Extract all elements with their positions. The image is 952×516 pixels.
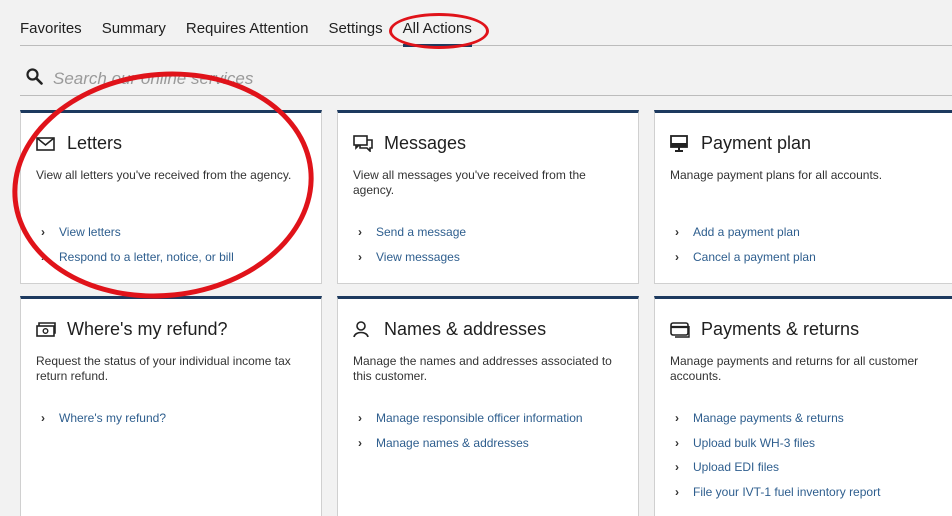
chevron-right-icon: ›: [675, 460, 679, 475]
chevron-right-icon: ›: [41, 411, 45, 426]
chevron-right-icon: ›: [675, 249, 679, 264]
link-manage-payments-returns[interactable]: › Manage payments & returns: [675, 406, 880, 431]
card-refund: Where's my refund? Request the status of…: [20, 296, 322, 516]
chevron-right-icon: ›: [358, 435, 362, 450]
tab-requires-attention[interactable]: Requires Attention: [186, 16, 309, 44]
link-file-ivt1[interactable]: › File your IVT-1 fuel inventory report: [675, 480, 880, 505]
card-title: Payments & returns: [701, 319, 860, 339]
cash-icon: [36, 320, 58, 340]
card-description: Manage payment plans for all accounts.: [670, 168, 883, 182]
chat-icon: [353, 134, 375, 154]
chevron-right-icon: ›: [358, 411, 362, 426]
card-title: Letters: [67, 133, 123, 153]
card-title: Messages: [384, 133, 467, 153]
card-description: Manage payments and returns for all cust…: [670, 354, 919, 383]
link-upload-edi[interactable]: › Upload EDI files: [675, 455, 880, 480]
chevron-right-icon: ›: [41, 225, 45, 240]
chevron-right-icon: ›: [675, 484, 679, 499]
card-title: Names & addresses: [384, 319, 547, 339]
card-title: Where's my refund?: [67, 319, 228, 339]
search-input[interactable]: [53, 68, 653, 89]
search-bar: [20, 62, 952, 96]
chevron-right-icon: ›: [675, 225, 679, 240]
monitor-icon: [670, 134, 692, 154]
card-description: View all messages you've received from t…: [353, 168, 586, 197]
tab-settings[interactable]: Settings: [328, 16, 382, 44]
tab-favorites[interactable]: Favorites: [20, 16, 82, 44]
link-respond-letter[interactable]: › Respond to a letter, notice, or bill: [41, 245, 234, 270]
person-icon: [353, 320, 375, 340]
link-manage-officer-info[interactable]: › Manage responsible officer information: [358, 406, 583, 431]
link-add-payment-plan[interactable]: › Add a payment plan: [675, 220, 816, 245]
card-description: View all letters you've received from th…: [36, 168, 292, 182]
card-title: Payment plan: [701, 133, 812, 153]
chevron-right-icon: ›: [358, 225, 362, 240]
card-description: Manage the names and addresses associate…: [353, 354, 612, 383]
link-view-messages[interactable]: › View messages: [358, 245, 466, 270]
card-description: Request the status of your individual in…: [36, 354, 291, 383]
link-manage-names-addresses[interactable]: › Manage names & addresses: [358, 431, 583, 456]
envelope-icon: [36, 134, 58, 154]
link-upload-wh3[interactable]: › Upload bulk WH-3 files: [675, 431, 880, 456]
tab-bar: Favorites Summary Requires Attention Set…: [20, 16, 952, 47]
chevron-right-icon: ›: [41, 249, 45, 264]
tab-all-actions[interactable]: All Actions: [402, 16, 472, 47]
chevron-right-icon: ›: [675, 411, 679, 426]
card-payments-returns: Payments & returns Manage payments and r…: [654, 296, 952, 516]
link-wheres-my-refund[interactable]: › Where's my refund?: [41, 406, 166, 431]
card-names-addresses: Names & addresses Manage the names and a…: [337, 296, 639, 516]
card-letters: Letters View all letters you've received…: [20, 110, 322, 284]
chevron-right-icon: ›: [358, 249, 362, 264]
chevron-right-icon: ›: [675, 435, 679, 450]
card-icon: [670, 320, 692, 340]
link-send-message[interactable]: › Send a message: [358, 220, 466, 245]
link-cancel-payment-plan[interactable]: › Cancel a payment plan: [675, 245, 816, 270]
card-messages: Messages View all messages you've receiv…: [337, 110, 639, 284]
card-payment-plan: Payment plan Manage payment plans for al…: [654, 110, 952, 284]
search-icon[interactable]: [20, 67, 53, 90]
link-view-letters[interactable]: › View letters: [41, 220, 234, 245]
tab-summary[interactable]: Summary: [102, 16, 166, 44]
